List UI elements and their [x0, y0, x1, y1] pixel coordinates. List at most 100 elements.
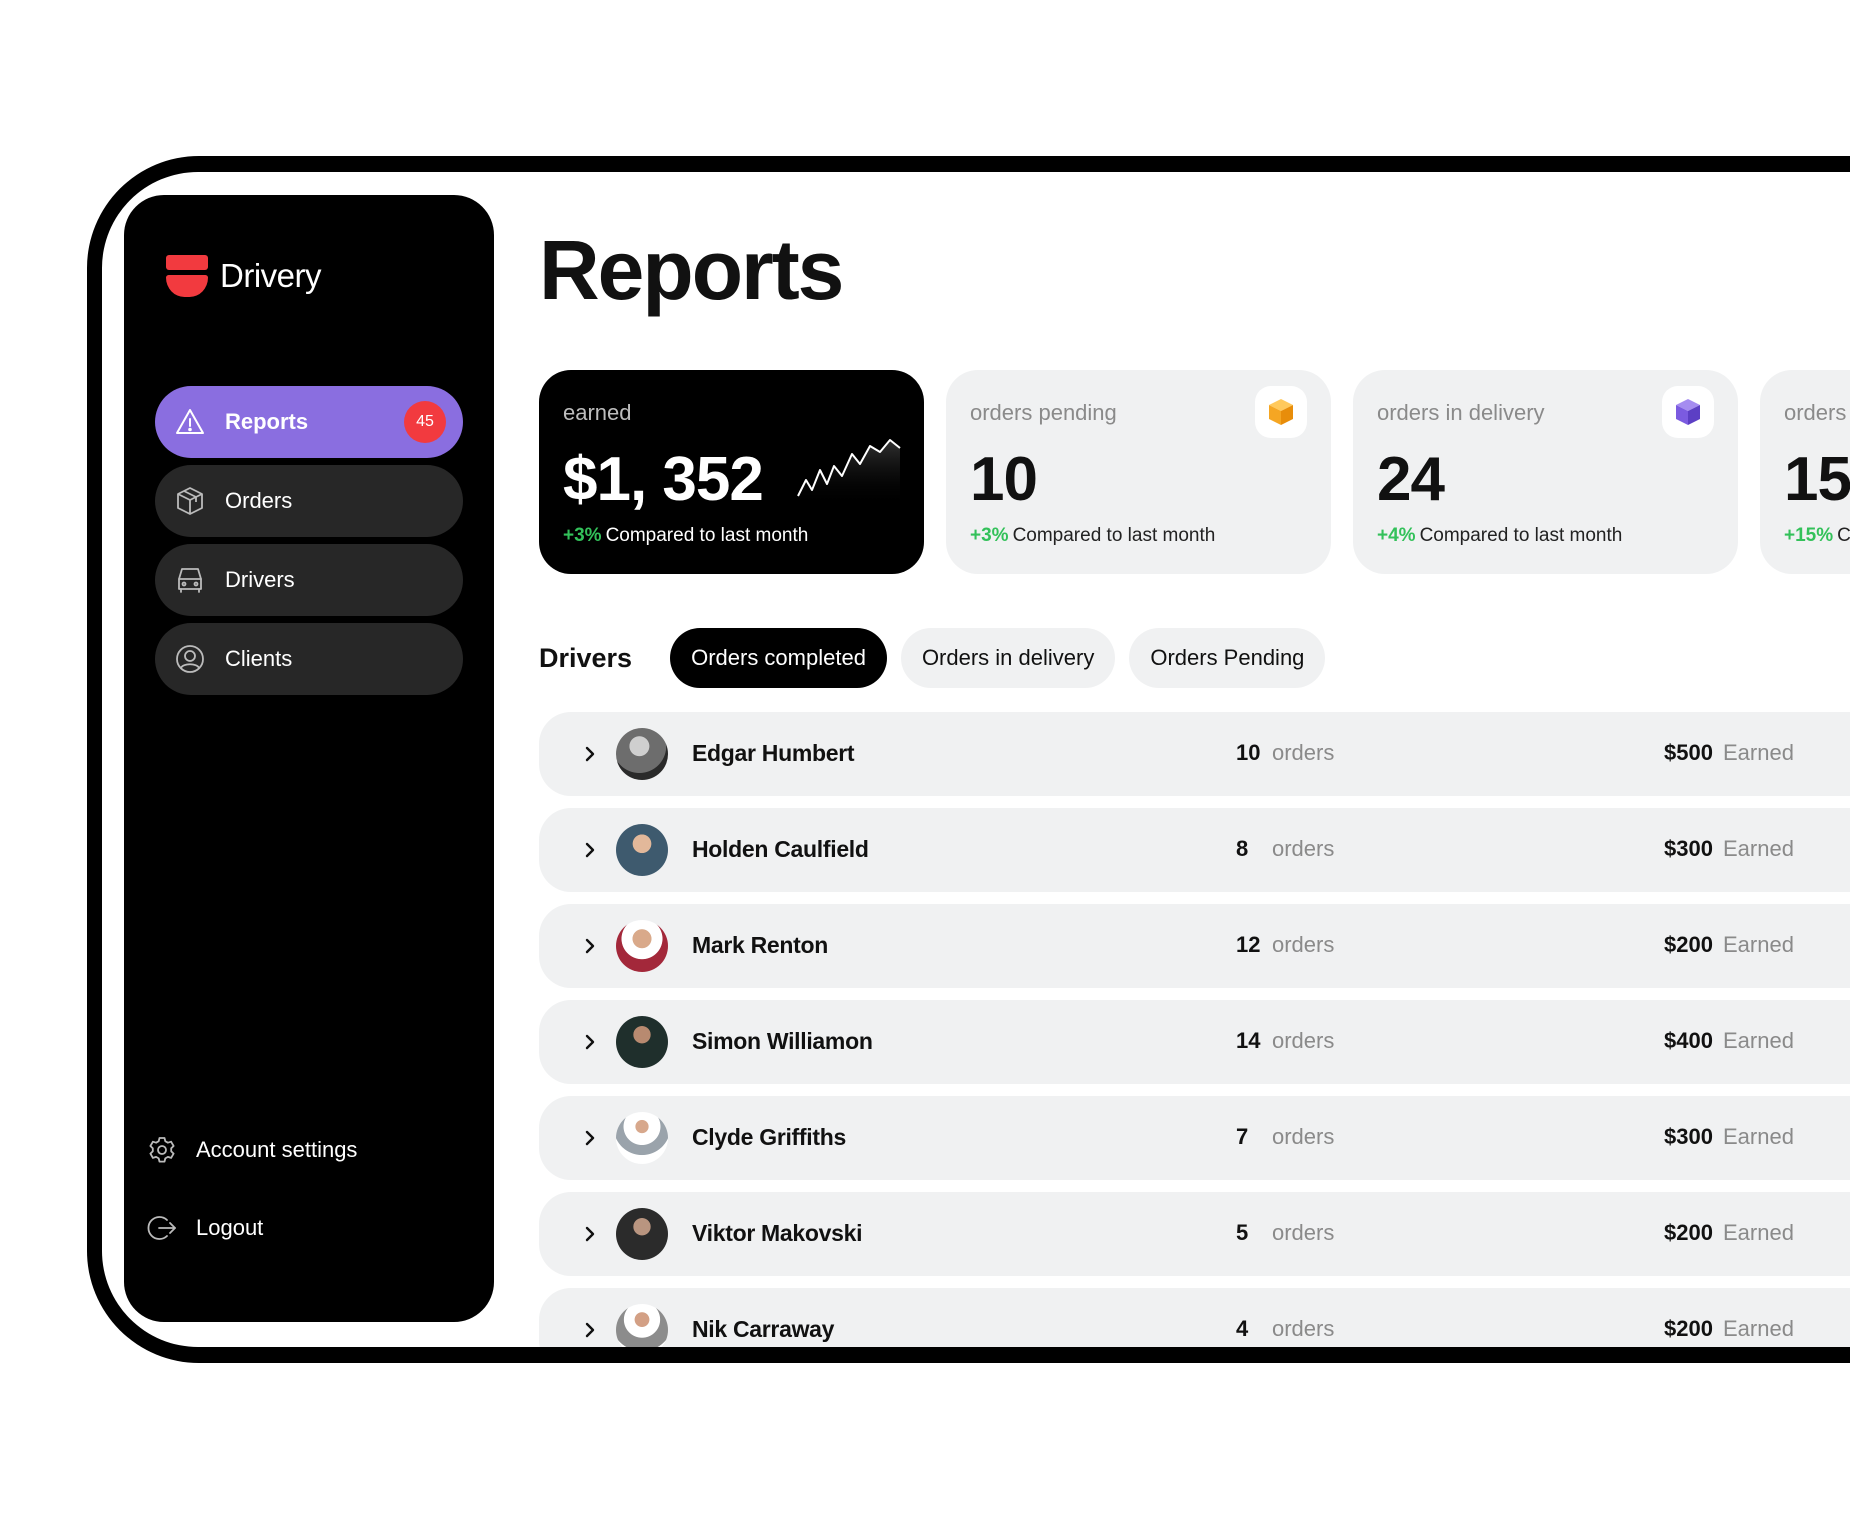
section-title: Drivers — [539, 642, 633, 673]
orders-label: orders — [1272, 1220, 1335, 1245]
tab-orders-completed[interactable]: Orders completed — [670, 628, 887, 688]
orders-label: orders — [1272, 1124, 1335, 1149]
chevron-right-icon[interactable] — [576, 740, 604, 768]
tab-orders-pending[interactable]: Orders Pending — [1129, 628, 1326, 688]
orders-label: orders — [1272, 1316, 1335, 1341]
account-settings-link[interactable]: Account settings — [146, 1134, 357, 1166]
driver-row[interactable]: Clyde Griffiths 7 orders $300 Earned — [539, 1096, 1850, 1180]
orders-pending-card[interactable]: orders pending 10 +3% Compared to last mo… — [946, 370, 1331, 574]
earned-label: Earned — [1723, 932, 1794, 957]
sidebar-item-label: Clients — [225, 646, 293, 671]
logout-icon — [146, 1212, 178, 1244]
car-icon — [173, 563, 207, 597]
sparkline-graphic — [797, 439, 901, 506]
order-count: 14 — [1236, 1028, 1261, 1053]
order-count: 4 — [1236, 1316, 1249, 1341]
earned-amount: $300 — [1664, 836, 1713, 861]
chevron-right-icon[interactable] — [576, 1316, 604, 1344]
earned-card[interactable]: earned $1, 352 +3% Compared to last month — [539, 370, 924, 574]
order-count: 5 — [1236, 1220, 1249, 1245]
sidebar: Drivery Reports 45 Orders Drivers Client… — [124, 195, 494, 1322]
earned-label: Earned — [1723, 836, 1794, 861]
card-compare: +3% Compared to last month — [563, 525, 900, 547]
earned-label: Earned — [1723, 1124, 1794, 1149]
orders-label: orders — [1272, 740, 1335, 765]
card-value: 24 — [1377, 445, 1445, 514]
sidebar-item-orders[interactable]: Orders — [155, 465, 463, 537]
chevron-right-icon[interactable] — [576, 932, 604, 960]
earned-label: Earned — [1723, 1028, 1794, 1053]
chevron-right-icon[interactable] — [576, 1028, 604, 1056]
driver-name: Viktor Makovski — [692, 1220, 863, 1246]
card-percent: +4% — [1377, 525, 1416, 546]
card-compare-text: Compared to last month — [1012, 525, 1216, 546]
orders-card[interactable]: orders 15 +15%Co — [1760, 370, 1850, 574]
earned-amount: $400 — [1664, 1028, 1713, 1053]
card-label: orders — [1784, 400, 1847, 425]
chevron-right-icon[interactable] — [576, 1220, 604, 1248]
brand-name: Drivery — [220, 257, 322, 294]
card-percent: +3% — [563, 525, 602, 546]
card-compare: +3% Compared to last month — [970, 525, 1307, 547]
drivers-filter-bar: Drivers Orders completed Orders in deliv… — [539, 628, 1339, 688]
sidebar-nav: Reports 45 Orders Drivers Clients — [155, 386, 463, 702]
orders-label: orders — [1272, 932, 1335, 957]
order-count: 8 — [1236, 836, 1249, 861]
card-compare: +15%Co — [1784, 525, 1850, 547]
driver-name: Holden Caulfield — [692, 836, 869, 862]
sidebar-item-drivers[interactable]: Drivers — [155, 544, 463, 616]
driver-row[interactable]: Viktor Makovski 5 orders $200 Earned — [539, 1192, 1850, 1276]
card-compare-text: Compared to last month — [1419, 525, 1623, 546]
warning-icon — [173, 405, 207, 439]
sidebar-item-clients[interactable]: Clients — [155, 623, 463, 695]
earned-label: Earned — [1723, 740, 1794, 765]
avatar — [616, 1112, 668, 1164]
box-icon — [173, 484, 207, 518]
sidebar-item-label: Orders — [225, 488, 293, 513]
gear-icon — [146, 1134, 178, 1166]
orange-cube-icon — [1255, 386, 1307, 438]
sidebar-item-label: Reports — [225, 409, 309, 434]
driver-row[interactable]: Mark Renton 12 orders $200 Earned — [539, 904, 1850, 988]
user-circle-icon — [173, 642, 207, 676]
driver-name: Clyde Griffiths — [692, 1124, 846, 1150]
avatar — [616, 920, 668, 972]
earned-amount: $200 — [1664, 1220, 1713, 1245]
orders-label: orders — [1272, 836, 1335, 861]
orders-label: orders — [1272, 1028, 1335, 1053]
driver-row[interactable]: Simon Williamon 14 orders $400 Earned — [539, 1000, 1850, 1084]
drivers-list: Edgar Humbert 10 orders $500 Earned Hold… — [539, 712, 1850, 1347]
card-compare-text: Co — [1837, 525, 1850, 546]
sidebar-item-label: Drivers — [225, 567, 295, 592]
earned-amount: $200 — [1664, 1316, 1713, 1341]
driver-name: Edgar Humbert — [692, 740, 855, 766]
avatar — [616, 1016, 668, 1068]
page-title: Reports — [539, 223, 844, 317]
card-percent: +3% — [970, 525, 1009, 546]
earned-label: Earned — [1723, 1220, 1794, 1245]
avatar — [616, 824, 668, 876]
orders-in-delivery-card[interactable]: orders in delivery 24 +4% Compared to las… — [1353, 370, 1738, 574]
earned-label: Earned — [1723, 1316, 1794, 1341]
driver-row[interactable]: Nik Carraway 4 orders $200 Earned — [539, 1288, 1850, 1347]
chevron-right-icon[interactable] — [576, 836, 604, 864]
chevron-right-icon[interactable] — [576, 1124, 604, 1152]
card-value: 10 — [970, 445, 1038, 514]
card-percent: +15% — [1784, 525, 1834, 546]
earned-amount: $500 — [1664, 740, 1713, 765]
card-value: 15 — [1784, 445, 1850, 514]
order-count: 12 — [1236, 932, 1261, 957]
tab-orders-in-delivery[interactable]: Orders in delivery — [900, 628, 1116, 688]
driver-row[interactable]: Holden Caulfield 8 orders $300 Earned — [539, 808, 1850, 892]
logout-link[interactable]: Logout — [146, 1212, 263, 1244]
logo[interactable]: Drivery — [166, 255, 322, 297]
avatar — [616, 1304, 668, 1347]
logo-icon — [166, 255, 208, 297]
sidebar-item-reports[interactable]: Reports 45 — [155, 386, 463, 458]
earned-amount: $300 — [1664, 1124, 1713, 1149]
purple-cube-icon — [1662, 386, 1714, 438]
avatar — [616, 728, 668, 780]
order-count: 10 — [1236, 740, 1261, 765]
driver-row[interactable]: Edgar Humbert 10 orders $500 Earned — [539, 712, 1850, 796]
earned-amount: $200 — [1664, 932, 1713, 957]
